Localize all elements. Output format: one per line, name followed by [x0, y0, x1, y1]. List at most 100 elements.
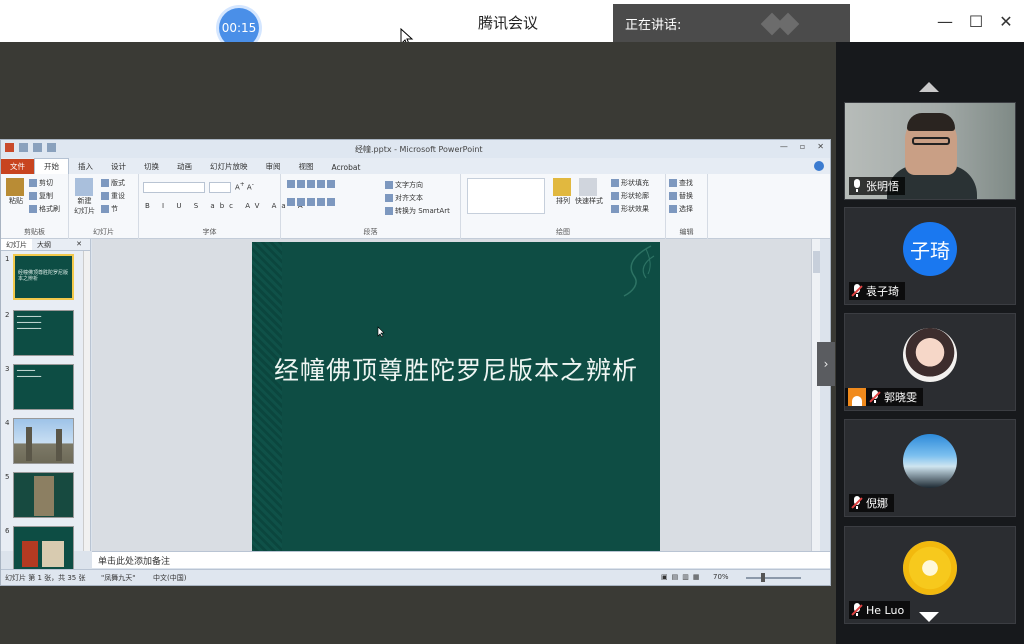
slide-thumbnail[interactable]: 5: [1, 471, 83, 521]
paste-button[interactable]: 粘贴: [6, 178, 26, 206]
participant-tile[interactable]: He Luo: [844, 526, 1016, 624]
shared-screen: 经幢.pptx - Microsoft PowerPoint — ▫ ✕ 文件 …: [0, 42, 836, 644]
reset-button[interactable]: 重设: [101, 191, 125, 201]
video-person-hair: [907, 113, 955, 131]
select-button[interactable]: 选择: [669, 204, 693, 214]
copy-button[interactable]: 复制: [29, 191, 53, 201]
font-name-combo[interactable]: [143, 182, 205, 193]
smartart-button[interactable]: 转换为 SmartArt: [385, 206, 450, 216]
ppt-restore-icon[interactable]: ▫: [800, 142, 805, 151]
thumbnail-number: 5: [5, 473, 10, 481]
replace-button[interactable]: 替换: [669, 191, 693, 201]
undo-icon[interactable]: [33, 143, 42, 152]
strikethrough-button[interactable]: abc: [210, 202, 238, 210]
arrange-button[interactable]: 排列: [553, 178, 573, 206]
slide-thumbnail[interactable]: 4: [1, 417, 83, 467]
redo-icon[interactable]: [47, 143, 56, 152]
char-spacing-button[interactable]: AV: [245, 202, 264, 210]
shape-effects-button[interactable]: 形状效果: [611, 204, 649, 214]
new-slide-icon: [74, 178, 93, 196]
tab-review[interactable]: 审阅: [257, 159, 290, 174]
tab-animations[interactable]: 动画: [168, 159, 201, 174]
align-right-icon: [307, 198, 315, 206]
minimize-icon[interactable]: —: [934, 10, 956, 32]
slide-thumbnail[interactable]: 3 ━━━━━━ ━━━━━━━━: [1, 363, 83, 413]
chevron-up-icon[interactable]: [919, 82, 939, 92]
participant-tile[interactable]: 子琦 袁子琦: [844, 207, 1016, 305]
close-pane-icon[interactable]: ✕: [71, 239, 87, 249]
outline-pane-tab[interactable]: 大纲: [32, 239, 56, 250]
brush-icon: [29, 205, 37, 213]
shapes-gallery[interactable]: [467, 178, 545, 214]
layout-icon: [101, 179, 109, 187]
shape-outline-button[interactable]: 形状轮廓: [611, 191, 649, 201]
maximize-icon[interactable]: ☐: [965, 10, 987, 32]
layout-button[interactable]: 版式: [101, 178, 125, 188]
cut-button[interactable]: 剪切: [29, 178, 53, 188]
slides-pane-tab[interactable]: 幻灯片: [1, 239, 32, 250]
tab-slideshow[interactable]: 幻灯片放映: [201, 159, 257, 174]
font-size-combo[interactable]: [209, 182, 231, 193]
smartart-label: 转换为 SmartArt: [395, 207, 450, 215]
tab-transitions[interactable]: 切换: [135, 159, 168, 174]
zoom-level[interactable]: 70%: [713, 573, 729, 581]
tab-acrobat[interactable]: Acrobat: [323, 161, 370, 174]
underline-button[interactable]: U: [176, 202, 186, 210]
find-button[interactable]: 查找: [669, 178, 693, 188]
zoom-slider[interactable]: [746, 577, 801, 579]
drawing-group-label: 绘图: [556, 228, 570, 236]
view-buttons[interactable]: ▣▤▥▦: [661, 573, 703, 581]
font-size-grow-button[interactable]: A+ A-: [235, 182, 254, 191]
text-direction-button[interactable]: 文字方向: [385, 180, 423, 190]
quick-styles-button[interactable]: 快速样式: [575, 178, 603, 206]
shadow-button[interactable]: S: [194, 202, 203, 210]
thumbnail-scrollbar[interactable]: [83, 251, 90, 551]
align-left-icon: [287, 198, 295, 206]
thumbnail-text-lines: ━━━━━━ ━━━━━━━━: [17, 368, 42, 380]
current-slide[interactable]: 经幢佛顶尊胜陀罗尼版本之辨析: [252, 242, 660, 551]
notes-pane[interactable]: 单击此处添加备注: [92, 551, 830, 568]
tab-view[interactable]: 视图: [290, 159, 323, 174]
bullet-buttons[interactable]: [287, 180, 337, 188]
save-icon[interactable]: [19, 143, 28, 152]
chevron-right-icon[interactable]: ›: [817, 342, 835, 386]
section-button[interactable]: 节: [101, 204, 118, 214]
alignment-buttons[interactable]: [287, 198, 337, 206]
participant-tile[interactable]: 张明悟: [844, 102, 1016, 200]
slide-thumbnail[interactable]: 2 ━━━━━━━━ ━━━━━━━━ ━━━━━━━━: [1, 309, 83, 359]
shape-effects-label: 形状效果: [621, 205, 649, 213]
slide-thumbnail[interactable]: 6: [1, 525, 83, 575]
italic-button[interactable]: I: [162, 202, 169, 210]
slides-group-label: 幻灯片: [93, 228, 114, 236]
tab-home[interactable]: 开始: [34, 158, 69, 174]
tab-file[interactable]: 文件: [1, 159, 34, 174]
select-label: 选择: [679, 205, 693, 213]
slide-title: 经幢佛顶尊胜陀罗尼版本之辨析: [273, 356, 638, 385]
thumbnail-image: ━━━━━━ ━━━━━━━━: [13, 364, 74, 410]
thumbnail-number: 2: [5, 311, 10, 319]
participant-tile[interactable]: 郭晓雯: [844, 313, 1016, 411]
bold-button[interactable]: B: [145, 202, 155, 210]
chevron-down-icon[interactable]: [919, 612, 939, 622]
participant-tile[interactable]: 倪娜: [844, 419, 1016, 517]
thumbnail-photo: [13, 526, 74, 572]
close-icon[interactable]: ✕: [995, 10, 1017, 32]
host-icon: [848, 388, 866, 406]
language: 中文(中国): [153, 574, 187, 582]
slide-thumbnail[interactable]: 1 经幢佛顶尊胜陀罗尼版本之辨析: [1, 253, 83, 303]
ppt-minimize-icon[interactable]: —: [780, 142, 788, 151]
align-text-button[interactable]: 对齐文本: [385, 193, 423, 203]
muted-microphone-icon: [851, 496, 863, 510]
ppt-logo-icon: [5, 143, 14, 152]
zoom-slider-knob[interactable]: [761, 573, 765, 582]
ppt-close-icon[interactable]: ✕: [817, 142, 824, 151]
new-slide-button[interactable]: 新建 幻灯片: [74, 178, 95, 216]
participant-name: 倪娜: [866, 497, 888, 510]
shape-fill-button[interactable]: 形状填充: [611, 178, 649, 188]
help-icon[interactable]: [814, 161, 824, 171]
tab-design[interactable]: 设计: [102, 159, 135, 174]
format-painter-button[interactable]: 格式刷: [29, 204, 60, 214]
tab-insert[interactable]: 插入: [69, 159, 102, 174]
slide-scrollbar[interactable]: [811, 239, 820, 551]
scrollbar-thumb[interactable]: [813, 251, 820, 273]
